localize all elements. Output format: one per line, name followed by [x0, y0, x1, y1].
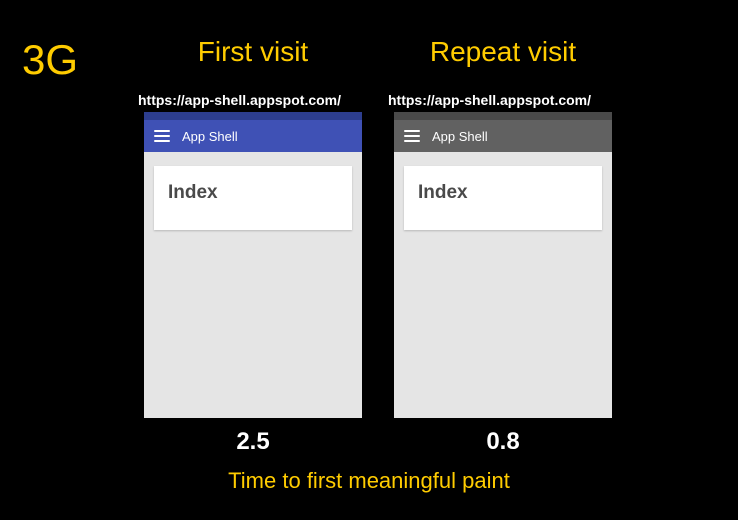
status-bar — [144, 112, 362, 120]
card-title: Index — [418, 182, 588, 204]
app-bar-title: App Shell — [432, 129, 488, 144]
phone-mock-first: App Shell Index — [144, 112, 362, 418]
column-first-visit: First visit https://app-shell.appspot.co… — [138, 36, 368, 456]
timing-value: 2.5 — [236, 428, 269, 456]
url-label: https://app-shell.appspot.com/ — [388, 92, 618, 108]
status-bar — [394, 112, 612, 120]
app-bar-title: App Shell — [182, 129, 238, 144]
column-repeat-visit: Repeat visit https://app-shell.appspot.c… — [388, 36, 618, 456]
timing-value: 0.8 — [486, 428, 519, 456]
hamburger-menu-icon[interactable] — [154, 130, 170, 142]
card-title: Index — [168, 182, 338, 204]
network-label: 3G — [22, 36, 78, 84]
content-area: Index — [144, 152, 362, 418]
column-heading: Repeat visit — [430, 36, 576, 68]
slide-caption: Time to first meaningful paint — [0, 468, 738, 494]
content-card: Index — [404, 166, 602, 230]
url-label: https://app-shell.appspot.com/ — [138, 92, 368, 108]
hamburger-menu-icon[interactable] — [404, 130, 420, 142]
content-card: Index — [154, 166, 352, 230]
app-bar: App Shell — [394, 120, 612, 152]
app-bar: App Shell — [144, 120, 362, 152]
content-area: Index — [394, 152, 612, 418]
column-heading: First visit — [198, 36, 308, 68]
phone-mock-repeat: App Shell Index — [394, 112, 612, 418]
